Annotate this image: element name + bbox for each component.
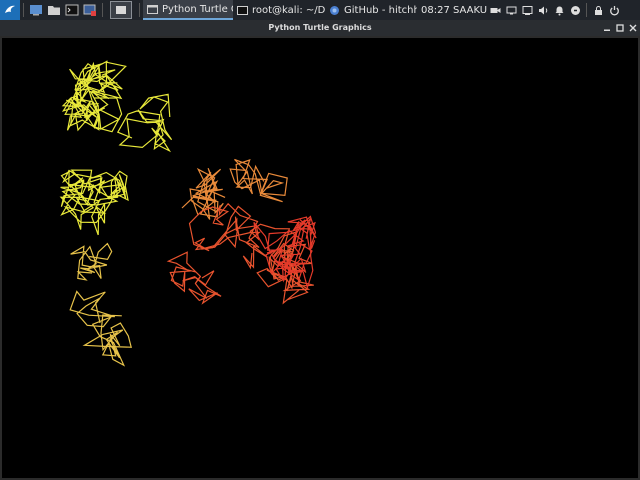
minimize-icon[interactable] — [601, 22, 613, 34]
panel-separator — [23, 3, 24, 17]
turtle-trail-orange — [229, 158, 288, 203]
bell-icon[interactable] — [551, 0, 567, 20]
file-manager-icon[interactable] — [45, 1, 63, 19]
taskbar-item-label: GitHub - hitchhi... — [344, 4, 417, 16]
window-titlebar[interactable]: Python Turtle Graphics — [0, 20, 640, 36]
clock[interactable]: 08:27 SAAKU — [421, 5, 487, 16]
close-icon[interactable] — [627, 22, 639, 34]
turtle-trail-yellow — [59, 169, 129, 236]
lock-icon[interactable] — [590, 0, 606, 20]
top-panel: Python Turtle G... root@kali: ~/De... Gi… — [0, 0, 640, 20]
turtle-trail-red-orange — [166, 251, 222, 305]
taskbar-item-terminal[interactable]: root@kali: ~/De... — [233, 0, 325, 20]
taskbar-item-label: Python Turtle G... — [162, 3, 233, 15]
power-icon[interactable] — [606, 0, 622, 20]
terminal-icon[interactable] — [63, 1, 81, 19]
volume-icon[interactable] — [535, 0, 551, 20]
panel-separator — [102, 3, 103, 17]
display-icon[interactable] — [503, 0, 519, 20]
turtle-trail-orange — [181, 167, 226, 220]
workspace-icon[interactable] — [110, 1, 132, 19]
taskbar-item-turtle[interactable]: Python Turtle G... — [143, 0, 233, 20]
monitor-icon[interactable] — [519, 0, 535, 20]
taskbar-item-label: root@kali: ~/De... — [252, 4, 325, 16]
window-icon — [147, 4, 158, 14]
turtle-trail-yellow-orange — [69, 290, 132, 367]
panel-separator — [139, 3, 140, 17]
kali-menu-icon[interactable] — [0, 0, 20, 20]
browser-icon — [330, 5, 339, 15]
terminal-root-icon[interactable] — [81, 1, 99, 19]
power-status-icon[interactable] — [567, 0, 583, 20]
desktop-icon[interactable] — [27, 1, 45, 19]
maximize-icon[interactable] — [614, 22, 626, 34]
taskbar-item-browser[interactable]: GitHub - hitchhi... — [325, 0, 417, 20]
window-title: Python Turtle Graphics — [268, 23, 372, 32]
random-walk-drawing — [59, 60, 317, 367]
turtle-trail-yellow — [116, 93, 173, 153]
turtle-trail-yellow-orange — [70, 242, 113, 281]
terminal-icon — [237, 5, 248, 15]
turtle-trail-yellow — [61, 60, 127, 133]
camera-icon[interactable] — [487, 0, 503, 20]
turtle-canvas[interactable] — [0, 36, 640, 480]
panel-separator — [586, 3, 588, 17]
